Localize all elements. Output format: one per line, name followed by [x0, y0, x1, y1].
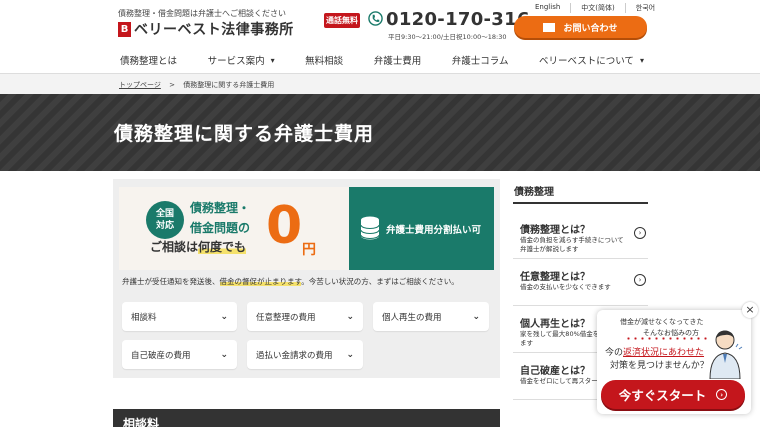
chevron-down-icon: ▾ [639, 55, 644, 65]
close-icon[interactable]: × [742, 302, 758, 318]
nav-label: サービス案内 [207, 56, 265, 67]
nav-label: 弁護士コラム [451, 56, 509, 67]
start-button-label: 今すぐスタート [618, 388, 707, 403]
select-bankruptcy-fee[interactable]: 自己破産の費用 ⌄ [122, 340, 237, 369]
chevron-down-icon: ⌄ [220, 349, 228, 360]
sidebar-item-debt[interactable]: 債務整理とは？ 借金の負担を減らす手続きについて弁護士が解説します › [513, 213, 648, 259]
select-label: 過払い金請求の費用 [256, 350, 333, 361]
notice-post: 。今苦しい状況の方、まずはご相談ください。 [301, 277, 459, 286]
chevron-right-icon: › [634, 274, 646, 286]
popup-line3-pre: 今の [605, 348, 624, 358]
main-nav: 債務整理とは サービス案内 ▾ 無料相談 弁護士費用 弁護士コラム ベリーベストに… [114, 47, 650, 73]
popup-divider [625, 337, 710, 340]
banner-line3-pre: ご相談は [150, 240, 199, 254]
business-hours: 平日9:30～21:00/土日祝10:00～18:30 [388, 33, 507, 41]
nationwide-badge-line1: 全国 [155, 209, 174, 219]
banner-line1: 債務整理・ [190, 201, 251, 215]
breadcrumb-current: 債務整理に関する弁護士費用 [183, 81, 275, 89]
start-button[interactable]: 今すぐスタート › [601, 380, 745, 409]
chevron-down-icon: ⌄ [346, 349, 354, 360]
select-label: 任意整理の費用 [256, 312, 316, 323]
select-voluntary-fee[interactable]: 任意整理の費用 ⌄ [247, 302, 363, 331]
installment-text: 弁護士費用分割払い可 [386, 225, 482, 236]
sidebar-item-title: 任意整理とは？ [520, 272, 590, 283]
contact-button[interactable]: お問い合わせ [514, 16, 647, 38]
nav-item-about-debt[interactable]: 債務整理とは [114, 53, 183, 67]
nav-label: 債務整理とは [120, 56, 178, 67]
breadcrumb-home-link[interactable]: トップページ [119, 81, 161, 89]
sidebar-item-title: 個人再生とは？ [520, 319, 590, 330]
phone-number[interactable]: 0120-170-316 [386, 9, 530, 30]
popup-line3-highlight: 返済状況にあわせた [623, 348, 705, 358]
site-logo[interactable]: B ベリーベスト法律事務所 [118, 19, 294, 39]
sidebar-item-title: 債務整理とは？ [520, 225, 590, 236]
notice-pre: 弁護士が受任通知を発送後、 [122, 277, 220, 286]
nav-label: ベリーベストについて [539, 56, 634, 67]
chevron-right-icon: › [716, 389, 728, 400]
nav-item-about-us[interactable]: ベリーベストについて ▾ [533, 53, 650, 68]
banner-line2: 借金問題の [190, 221, 251, 235]
notice-text: 弁護士が受任通知を発送後、借金の督促が止まります。今苦しい状況の方、まずはご相談… [122, 276, 459, 287]
sidebar-item-desc: 借金の支払いを少なくできます [520, 283, 611, 291]
select-consultation-fee[interactable]: 相談料 ⌄ [122, 302, 237, 331]
coin-stack-icon [360, 216, 380, 240]
chevron-down-icon: ⌄ [346, 311, 354, 322]
chevron-down-icon: ⌄ [220, 311, 228, 322]
select-label: 個人再生の費用 [382, 312, 442, 323]
nav-label: 弁護士費用 [373, 56, 422, 67]
language-switcher: English 中文(简体) 한국어 [525, 3, 665, 13]
breadcrumb-bar [0, 74, 760, 94]
phone-icon [368, 11, 383, 26]
section-heading: 相談料 [123, 417, 160, 431]
sidebar-heading: 債務整理 [513, 180, 648, 204]
sidebar-item-voluntary[interactable]: 任意整理とは？ 借金の支払いを少なくできます › [513, 260, 648, 306]
sidebar-item-title: 自己破産とは？ [520, 366, 590, 377]
breadcrumb: トップページ > 債務整理に関する弁護士費用 [119, 80, 274, 90]
section-heading-bar: 相談料 [113, 409, 500, 431]
popup-line4: 対策を見つけませんか？ [610, 361, 709, 371]
page-hero: 債務整理に関する弁護士費用 [0, 94, 760, 171]
chevron-down-icon: ▾ [270, 55, 275, 65]
nav-item-services[interactable]: サービス案内 ▾ [202, 53, 281, 68]
chevron-right-icon: › [634, 227, 646, 239]
page-title: 債務整理に関する弁護士費用 [114, 123, 375, 145]
logo-mark-icon: B [118, 21, 131, 37]
popup-line3: 今の返済状況にあわせた [605, 345, 704, 358]
logo-text: ベリーベスト法律事務所 [134, 22, 294, 38]
select-overpayment-fee[interactable]: 過払い金請求の費用 ⌄ [247, 340, 363, 369]
nav-item-column[interactable]: 弁護士コラム [446, 53, 515, 67]
banner-zero: 0 [266, 196, 303, 256]
contact-button-label: お問い合わせ [563, 23, 618, 34]
select-rehabilitation-fee[interactable]: 個人再生の費用 ⌄ [373, 302, 489, 331]
popup-line1: 借金が減せなくなってきた [620, 318, 704, 326]
mail-icon [543, 22, 556, 32]
lang-korean[interactable]: 한국어 [626, 3, 665, 13]
lang-chinese[interactable]: 中文(简体) [571, 3, 626, 13]
nav-item-fees[interactable]: 弁護士費用 [368, 53, 428, 67]
header-tagline: 債務整理・借金問題は弁護士へご相談ください [118, 9, 286, 18]
banner-yen: 円 [302, 242, 316, 258]
nav-item-free-consultation[interactable]: 無料相談 [299, 53, 349, 67]
banner-line3: ご相談は何度でも [150, 238, 247, 255]
lang-english[interactable]: English [525, 3, 572, 13]
select-label: 自己破産の費用 [131, 350, 191, 361]
sidebar-item-desc: 借金の負担を減らす手続きについて弁護士が解説します [520, 236, 624, 253]
notice-highlight: 借金の督促が止まります [219, 277, 302, 286]
sidebar-title: 債務整理 [514, 187, 554, 198]
banner-line3-highlight: 何度でも [198, 240, 247, 254]
chevron-down-icon: ⌄ [472, 311, 480, 322]
select-label: 相談料 [131, 312, 157, 323]
nationwide-badge: 全国 対応 [146, 201, 184, 239]
nav-label: 無料相談 [305, 56, 344, 67]
worried-man-icon [709, 330, 743, 379]
breadcrumb-separator: > [169, 81, 175, 89]
toll-free-badge: 通話無料 [324, 13, 360, 28]
nationwide-badge-line2: 対応 [155, 221, 174, 231]
